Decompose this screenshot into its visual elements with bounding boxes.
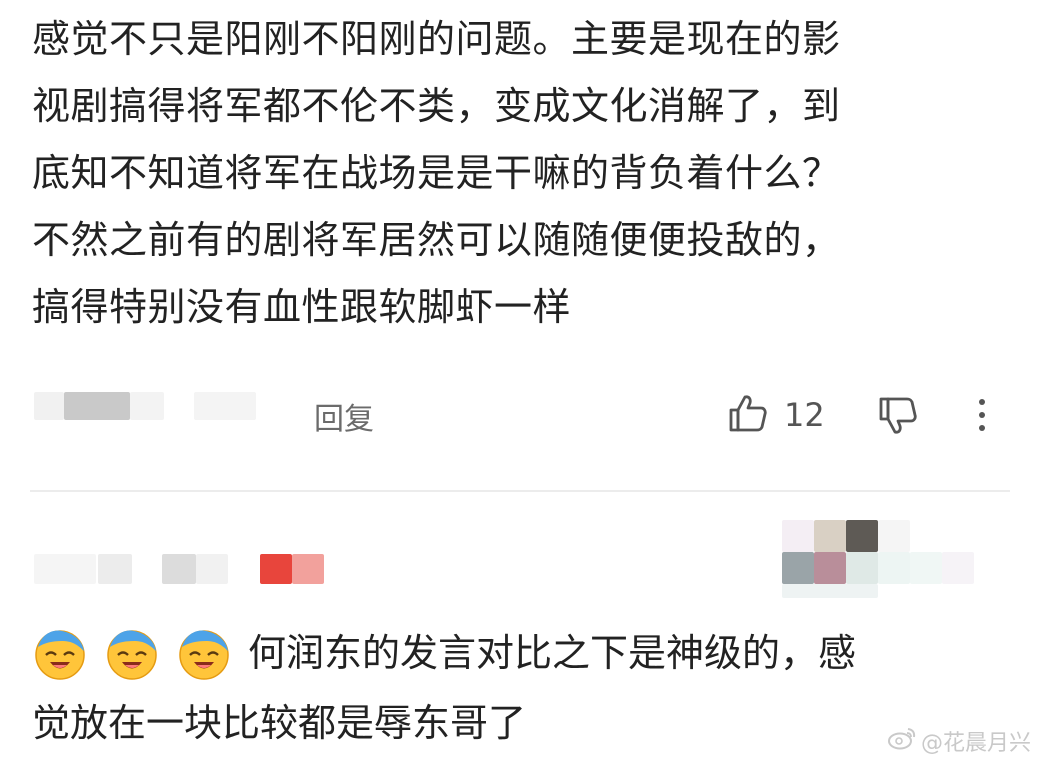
weibo-icon	[887, 726, 921, 756]
comment2-body: 何润东的发言对比之下是神级的，感 觉放在一块比较都是辱东哥了	[32, 618, 1012, 758]
comment-line: 觉放在一块比较都是辱东哥了	[32, 688, 1012, 758]
blurred-avatar-tile	[846, 552, 878, 584]
comment-text: 何润东的发言对比之下是神级的，感	[248, 631, 857, 675]
like-button[interactable]: 12	[726, 391, 825, 439]
more-options-button[interactable]	[964, 393, 1000, 437]
blurred-metadata	[194, 392, 256, 420]
comment-line: 不然之前有的剧将军居然可以随随便便投敌的，	[32, 218, 841, 262]
blurred-avatar-tile	[846, 520, 878, 552]
comment-line: 何润东的发言对比之下是神级的，感	[32, 618, 1012, 688]
blurred-avatar-tile	[910, 552, 942, 584]
comment-divider	[30, 490, 1010, 492]
reply-button[interactable]: 回复	[314, 394, 374, 438]
blurred-username	[34, 554, 96, 584]
dislike-button[interactable]	[874, 393, 920, 443]
more-vertical-dot	[979, 412, 985, 418]
blurred-username	[162, 554, 196, 584]
comment-text: 觉放在一块比较都是辱东哥了	[32, 701, 527, 745]
comment-line: 视剧搞得将军都不伦不类，变成文化消解了，到	[32, 84, 841, 128]
laugh-cry-emoji-icon	[32, 625, 88, 681]
thumbs-down-icon	[874, 397, 920, 443]
blurred-username	[98, 554, 132, 584]
blurred-badge	[292, 554, 324, 584]
blurred-avatar-tile	[782, 584, 878, 598]
blurred-avatar-tile	[782, 520, 814, 552]
blurred-metadata	[130, 392, 164, 420]
comment-line: 感觉不只是阳刚不阳刚的问题。主要是现在的影	[32, 17, 841, 61]
thumbs-up-icon	[726, 391, 770, 439]
blurred-avatar-tile	[814, 552, 846, 584]
blurred-avatar-tile	[878, 520, 910, 552]
more-vertical-dot	[979, 425, 985, 431]
blurred-avatar-tile	[942, 552, 974, 584]
blurred-avatar-tile	[782, 552, 814, 584]
laugh-cry-emoji-icon	[104, 625, 160, 681]
blurred-badge	[260, 554, 292, 584]
watermark-text: @花晨月兴	[920, 731, 1031, 756]
blurred-metadata	[64, 392, 130, 420]
blurred-username	[196, 554, 228, 584]
comment-action-row: 回复 12	[0, 385, 1041, 445]
more-vertical-icon	[979, 399, 985, 405]
watermark: @花晨月兴	[887, 725, 1031, 757]
comment-line: 搞得特别没有血性跟软脚虾一样	[32, 285, 572, 329]
laugh-cry-emoji-icon	[176, 625, 232, 681]
comment-line: 底知不知道将军在战场是是干嘛的背负着什么？	[32, 151, 841, 195]
blurred-avatar-tile	[814, 520, 846, 552]
blurred-metadata	[34, 392, 64, 420]
like-count: 12	[784, 396, 825, 434]
blurred-avatar-tile	[878, 552, 910, 584]
comment-body: 感觉不只是阳刚不阳刚的问题。主要是现在的影 视剧搞得将军都不伦不类，变成文化消解…	[32, 6, 982, 341]
